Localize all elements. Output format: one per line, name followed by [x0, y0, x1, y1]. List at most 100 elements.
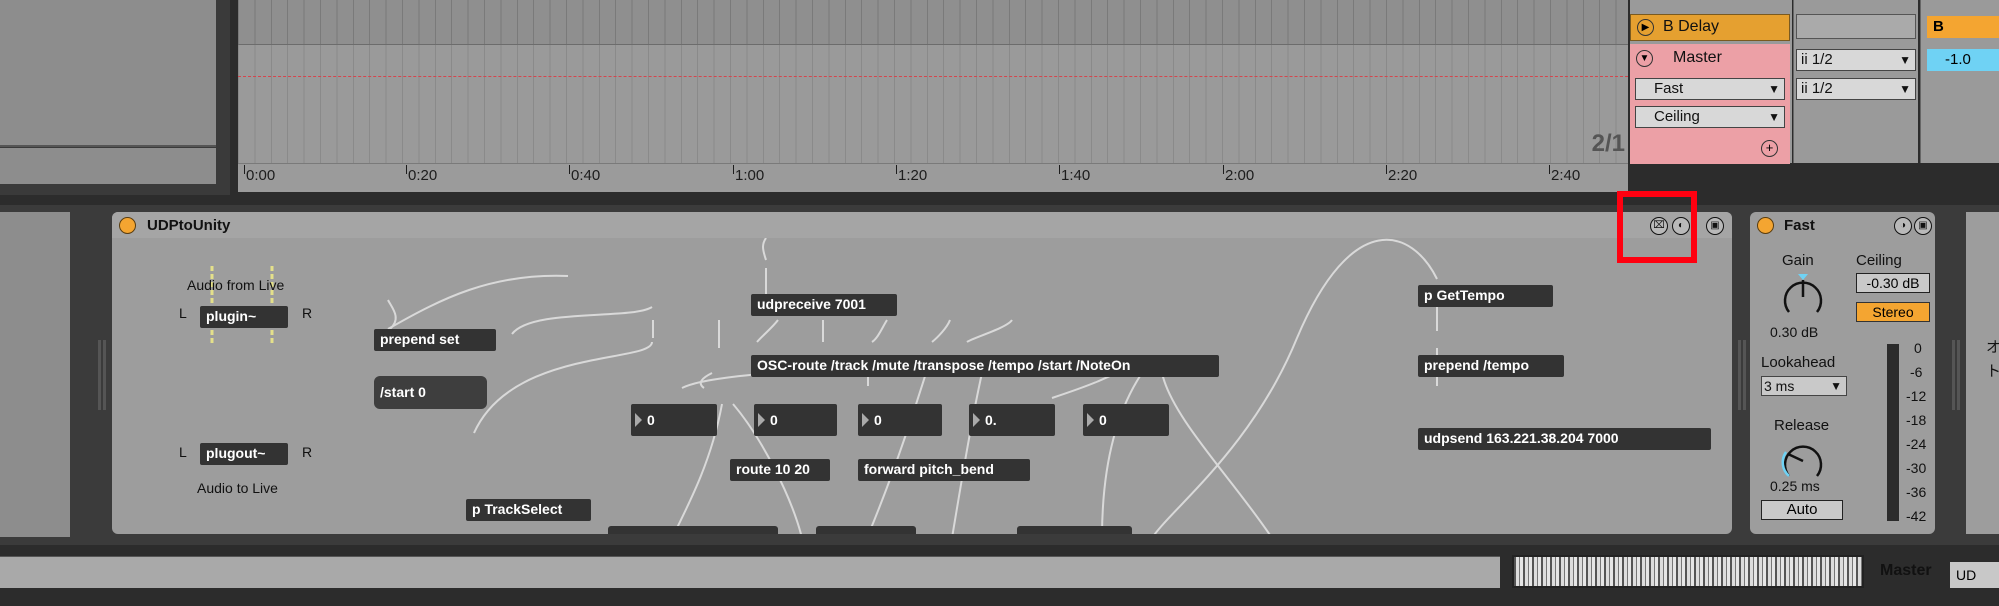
- limiter-ceiling-value: Ceiling: [1654, 108, 1700, 125]
- save-icon[interactable]: ▣: [1706, 217, 1724, 235]
- input-select-b[interactable]: ii 1/2 ▼: [1796, 78, 1916, 100]
- fold-icon[interactable]: ▼: [1636, 50, 1653, 67]
- power-icon[interactable]: [1757, 217, 1774, 234]
- ruler-tick: 2:40: [1548, 165, 1581, 184]
- limiter-mode-select[interactable]: Fast ▼: [1635, 78, 1785, 100]
- chevron-down-icon: ▼: [1768, 110, 1780, 124]
- ruler-tick: 0:00: [243, 165, 276, 184]
- power-icon[interactable]: [119, 217, 136, 234]
- stereo-toggle[interactable]: Stereo: [1856, 302, 1930, 322]
- device-title-bar[interactable]: UDPtoUnity ⌧ ◐ ▣: [112, 212, 1732, 238]
- patch-object-partial[interactable]: [816, 526, 916, 534]
- prepend-set-object[interactable]: prepend set: [374, 329, 496, 351]
- device-title: UDPtoUnity: [147, 217, 231, 234]
- audio-to-live-label: Audio to Live: [197, 480, 278, 496]
- gain-value: 0.30 dB: [1770, 324, 1819, 340]
- udpreceive-object[interactable]: udpreceive 7001: [751, 294, 897, 316]
- resize-handle[interactable]: [103, 340, 106, 410]
- resize-handle[interactable]: [1957, 340, 1960, 410]
- arrangement-left-panel: [0, 0, 216, 147]
- lookahead-select[interactable]: 3 ms ▼: [1761, 376, 1847, 396]
- meter-scale-label: -42: [1906, 508, 1927, 524]
- get-tempo-object[interactable]: p GetTempo: [1418, 285, 1553, 307]
- limiter-ceiling-select[interactable]: Ceiling ▼: [1635, 106, 1785, 128]
- start-message-box[interactable]: /start 0: [374, 376, 487, 409]
- ruler-tick: 2:00: [1222, 165, 1255, 184]
- status-bar: [0, 556, 1500, 588]
- number-box[interactable]: 0: [631, 404, 717, 436]
- track-tab[interactable]: UD: [1950, 562, 1999, 588]
- overview-display[interactable]: [1512, 555, 1864, 588]
- side-text: ト: [1986, 363, 1999, 380]
- meter-scale-label: -24: [1906, 436, 1927, 452]
- patch-object-partial[interactable]: [608, 526, 778, 534]
- gain-knob[interactable]: [1780, 274, 1826, 320]
- release-label: Release: [1774, 417, 1830, 434]
- right-channel-label: R: [302, 444, 313, 460]
- ruler-tick: 1:40: [1058, 165, 1091, 184]
- ruler-tick: 2:20: [1385, 165, 1418, 184]
- osc-route-object[interactable]: OSC-route /track /mute /transpose /tempo…: [751, 355, 1219, 377]
- resize-handle[interactable]: [1952, 340, 1955, 410]
- bdelay-label: B Delay: [1663, 18, 1720, 35]
- send-b-button[interactable]: B: [1927, 16, 1999, 38]
- meter-scale-label: -6: [1910, 364, 1923, 380]
- chevron-down-icon: ▼: [1768, 82, 1780, 96]
- right-channel-label: R: [302, 305, 313, 321]
- release-value: 0.25 ms: [1770, 478, 1820, 494]
- play-icon[interactable]: ▶: [1637, 19, 1654, 36]
- hot-swap-icon[interactable]: ◑: [1894, 217, 1912, 235]
- meter-scale-label: 0: [1914, 340, 1922, 356]
- arrangement-track-lane[interactable]: [238, 0, 1628, 45]
- plugin-object[interactable]: plugin~: [200, 306, 288, 328]
- fast-device: Fast ◑ ▣ Gain 0.30 dB Ceiling -0.30 dB S…: [1750, 212, 1935, 534]
- number-box[interactable]: 0: [1083, 404, 1169, 436]
- meter-scale-label: -30: [1906, 460, 1927, 476]
- prepend-tempo-object[interactable]: prepend /tempo: [1418, 355, 1564, 377]
- arrangement-left-panel-lower: [0, 148, 216, 184]
- ruler-tick: 1:20: [895, 165, 928, 184]
- chevron-down-icon: ▼: [1899, 53, 1911, 67]
- forward-object[interactable]: forward pitch_bend: [858, 459, 1030, 481]
- number-box[interactable]: 0: [754, 404, 837, 436]
- time-ruler[interactable]: 0:00 0:20 0:40 1:00 1:20 1:40 2:00 2:20 …: [238, 130, 1628, 192]
- ruler-tick: 1:00: [732, 165, 765, 184]
- ruler-tick: 0:40: [568, 165, 601, 184]
- number-box[interactable]: 0.: [969, 404, 1055, 436]
- route-object[interactable]: route 10 20: [730, 459, 830, 481]
- save-icon[interactable]: ▣: [1914, 217, 1932, 235]
- master-track-header[interactable]: ▼ Master Fast ▼ Ceiling ▼ +: [1630, 44, 1790, 164]
- resize-handle[interactable]: [98, 340, 101, 410]
- mixer-io-column: ii 1/2 ▼ ii 1/2 ▼: [1793, 0, 1918, 163]
- input-select-a[interactable]: ii 1/2 ▼: [1796, 49, 1916, 71]
- track-select-object[interactable]: p TrackSelect: [466, 499, 591, 521]
- lookahead-label: Lookahead: [1761, 354, 1836, 371]
- auto-button[interactable]: Auto: [1761, 500, 1843, 520]
- gain-label: Gain: [1782, 252, 1814, 269]
- udpsend-object[interactable]: udpsend 163.221.38.204 7000: [1418, 428, 1711, 450]
- device-view-left-panel: [0, 212, 70, 537]
- mixer-send-column: B -1.0: [1920, 0, 1999, 163]
- resize-handle[interactable]: [1738, 340, 1741, 410]
- left-channel-label: L: [179, 444, 187, 460]
- audio-from-live-label: Audio from Live: [187, 277, 285, 293]
- meter-scale-label: -12: [1906, 388, 1927, 404]
- patch-object-partial[interactable]: [1017, 526, 1132, 534]
- resize-handle[interactable]: [1743, 340, 1746, 410]
- number-box[interactable]: 0: [858, 404, 942, 436]
- bdelay-track-header[interactable]: ▶ B Delay: [1630, 14, 1790, 41]
- chevron-down-icon: ▼: [1899, 82, 1911, 96]
- ruler-tick: 0:20: [405, 165, 438, 184]
- ceiling-value-field[interactable]: -0.30 dB: [1856, 273, 1930, 293]
- device-title: Fast: [1784, 217, 1815, 234]
- ceiling-label: Ceiling: [1856, 252, 1902, 269]
- level-meter: [1887, 344, 1899, 521]
- automation-line: [238, 76, 1628, 77]
- io-slot[interactable]: [1796, 14, 1916, 39]
- plugout-object[interactable]: plugout~: [200, 443, 288, 465]
- master-label: Master: [1673, 49, 1722, 66]
- volume-field[interactable]: -1.0: [1927, 49, 1999, 71]
- chevron-down-icon: ▼: [1830, 379, 1842, 393]
- add-icon[interactable]: +: [1761, 140, 1778, 157]
- master-tab[interactable]: Master: [1880, 562, 1932, 580]
